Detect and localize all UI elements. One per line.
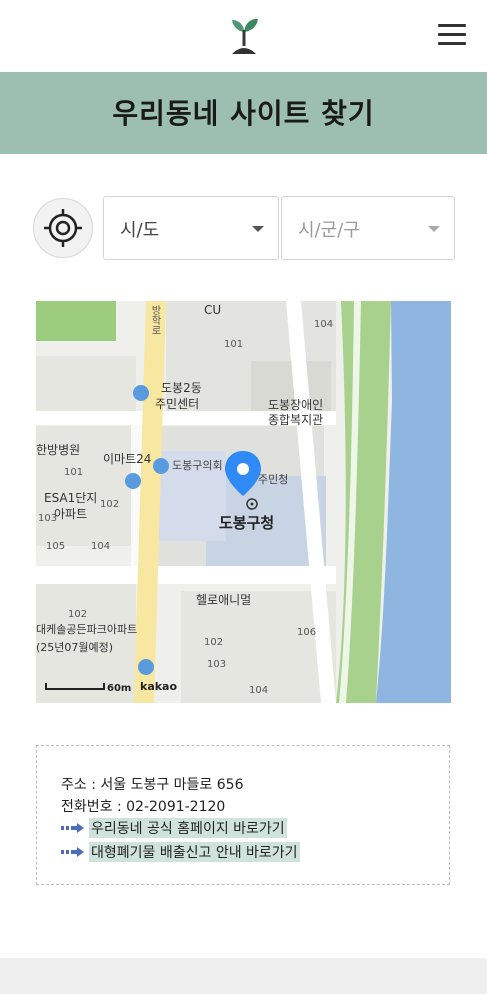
address-text: 주소 : 서울 도봉구 마들로 656 — [61, 777, 244, 793]
phone-text: 전화번호 : 02-2091-2120 — [61, 799, 226, 815]
arrow-right-icon — [61, 823, 84, 833]
map-label-105: 105 — [46, 541, 66, 552]
site-info-box: 주소 : 서울 도봉구 마들로 656 전화번호 : 02-2091-2120 … — [36, 745, 450, 885]
waste-report-link-label: 대형폐기물 배출신고 안내 바로가기 — [89, 842, 300, 862]
menu-bar — [438, 24, 466, 27]
chevron-down-icon — [252, 226, 264, 232]
map-label-106: 106 — [297, 627, 317, 638]
map-label-gu-office: 도봉구청 — [219, 514, 275, 532]
map-label-102b: 102 — [68, 609, 88, 620]
waste-report-link[interactable]: 대형폐기물 배출신고 안내 바로가기 — [61, 842, 300, 862]
sigungu-select-value: 시/군/구 — [298, 220, 360, 241]
map-label-103: 103 — [38, 513, 58, 524]
header — [0, 0, 487, 72]
map-label-102c: 102 — [204, 637, 224, 648]
map-label-disabled2: 종합복지관 — [268, 413, 324, 427]
map-label-hospital: 한방병원 — [36, 443, 81, 457]
homepage-link[interactable]: 우리동네 공식 홈페이지 바로가기 — [61, 818, 287, 838]
map-label-emart: 이마트24 — [103, 452, 152, 466]
location-map[interactable]: 방학로 CU 101 104 도봉2동 주민센터 도봉장애인 종합복지관 한방병… — [36, 301, 451, 703]
map-brand-label: kakao — [140, 680, 178, 693]
map-label-104c: 104 — [249, 685, 269, 696]
sido-select-value: 시/도 — [120, 220, 160, 241]
title-banner: 우리동네 사이트 찾기 — [0, 72, 487, 154]
map-label-center: 주민센터 — [155, 397, 200, 411]
map-label-cu: CU — [204, 303, 222, 317]
map-label-park2: (25년07월예정) — [36, 641, 114, 654]
menu-bar — [438, 33, 466, 36]
map-label-apt: 아파트 — [54, 507, 88, 521]
crosshair-icon — [44, 209, 82, 247]
map-label-101b: 101 — [64, 467, 84, 478]
footer-bar — [0, 958, 487, 994]
sigungu-select[interactable]: 시/군/구 — [281, 196, 455, 260]
menu-bar — [438, 42, 466, 45]
map-label-104b: 104 — [91, 541, 111, 552]
map-label-helloanimal: 헬로애니멀 — [196, 593, 252, 607]
map-label-104a: 104 — [314, 319, 334, 330]
arrow-right-icon — [61, 847, 84, 857]
map-label-esa1: ESA1단지 — [44, 491, 98, 505]
map-label-103b: 103 — [207, 659, 227, 670]
current-location-button[interactable] — [33, 198, 93, 258]
hamburger-menu-icon[interactable] — [438, 24, 466, 48]
sido-select[interactable]: 시/도 — [103, 196, 279, 260]
chevron-down-icon — [428, 226, 440, 232]
map-scale-label: 60m — [107, 683, 132, 694]
map-label-office-small: 주민청 — [258, 473, 289, 486]
map-label-101a: 101 — [224, 339, 244, 350]
map-label-council: 도봉구의회 — [172, 459, 223, 472]
map-label-102: 102 — [100, 499, 120, 510]
map-label-road: 방학로 — [149, 305, 160, 335]
map-label-park1: 대케솔공든파크아파트 — [36, 623, 138, 636]
map-label-dobong2: 도봉2동 — [161, 381, 202, 395]
page-title: 우리동네 사이트 찾기 — [112, 97, 375, 130]
homepage-link-label: 우리동네 공식 홈페이지 바로가기 — [89, 818, 287, 838]
sprout-logo-icon[interactable] — [224, 14, 264, 56]
